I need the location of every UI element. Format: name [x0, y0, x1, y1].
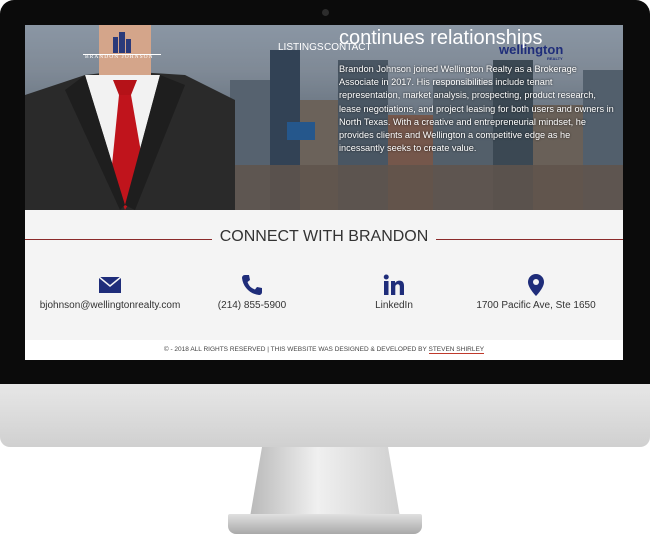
connect-heading-text: CONNECT WITH BRANDON	[211, 228, 437, 245]
monitor-bezel: BRANDON JOHNSON LISTINGS CONTACT welling…	[0, 0, 650, 384]
contact-linkedin-label: LinkedIn	[375, 300, 413, 311]
phone-icon	[242, 275, 262, 295]
wellington-logo-sub: REALTY	[547, 56, 563, 61]
hero-banner: BRANDON JOHNSON LISTINGS CONTACT welling…	[25, 25, 623, 210]
envelope-icon	[98, 276, 122, 293]
connect-heading: CONNECT WITH BRANDON	[25, 228, 623, 246]
monitor-base	[228, 514, 422, 534]
linkedin-icon	[383, 274, 404, 295]
connect-section: CONNECT WITH BRANDON bjohnson@wellington…	[25, 210, 623, 340]
contact-address[interactable]: 1700 Pacific Ave, Ste 1650	[461, 274, 611, 311]
monitor-stand	[250, 447, 400, 517]
map-pin-icon	[528, 274, 544, 296]
footer: © - 2018 ALL RIGHTS RESERVED | THIS WEBS…	[25, 340, 623, 360]
contact-email-label: bjohnson@wellingtonrealty.com	[39, 300, 181, 311]
contact-linkedin[interactable]: LinkedIn	[319, 274, 469, 311]
nav-listings[interactable]: LISTINGS	[278, 42, 324, 53]
monitor-chin	[0, 384, 650, 447]
footer-designer-link[interactable]: STEVEN SHIRLEY	[428, 346, 485, 354]
contact-address-label: 1700 Pacific Ave, Ste 1650	[476, 300, 596, 311]
contact-phone-label: (214) 855-5900	[217, 300, 287, 311]
website-screen: BRANDON JOHNSON LISTINGS CONTACT welling…	[25, 25, 623, 360]
camera-dot	[322, 9, 329, 16]
logo-name: BRANDON JOHNSON	[85, 54, 154, 60]
contact-phone[interactable]: (214) 855-5900	[177, 274, 327, 311]
footer-copyright: © - 2018 ALL RIGHTS RESERVED | THIS WEBS…	[163, 346, 429, 353]
hero-paragraph: Brandon Johnson joined Wellington Realty…	[339, 64, 614, 154]
contact-email[interactable]: bjohnson@wellingtonrealty.com	[35, 274, 185, 311]
hero-heading: continues relationships	[339, 27, 543, 49]
